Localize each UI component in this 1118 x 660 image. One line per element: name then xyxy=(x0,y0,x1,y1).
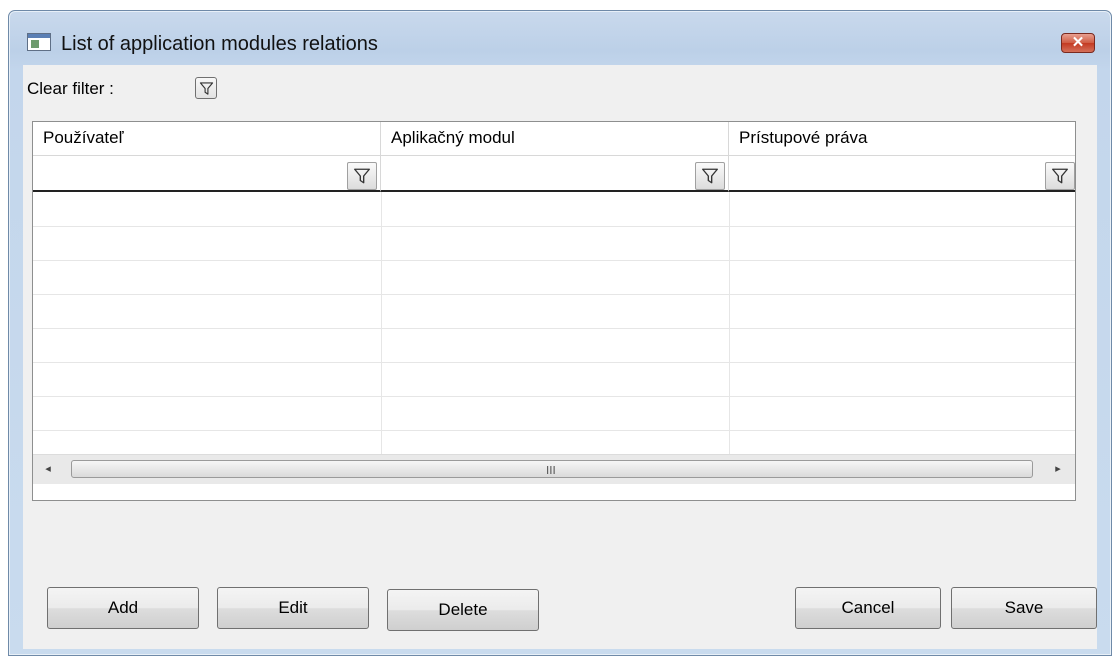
filter-icon xyxy=(199,81,213,95)
filter-cell-user[interactable] xyxy=(33,156,381,192)
edit-button[interactable]: Edit xyxy=(217,587,369,629)
column-header-user-label: Používateľ xyxy=(43,128,124,147)
scroll-right-arrow-icon[interactable]: ▸ xyxy=(1051,462,1065,476)
close-button[interactable]: ✕ xyxy=(1061,33,1095,53)
column-header-user[interactable]: Používateľ xyxy=(33,122,381,156)
filter-button-rights[interactable] xyxy=(1045,162,1075,190)
grid-row-line xyxy=(33,294,1075,295)
dialog-client-area: Clear filter : Používateľ Aplikačný modu… xyxy=(23,65,1097,649)
grid-row-line xyxy=(33,430,1075,431)
filter-button-user[interactable] xyxy=(347,162,377,190)
scrollbar-grip-icon: III xyxy=(546,464,556,477)
window-app-icon xyxy=(27,33,51,51)
column-header-rights-label: Prístupové práva xyxy=(739,128,868,147)
dialog-window: List of application modules relations ✕ … xyxy=(8,10,1112,656)
column-header-module-label: Aplikačný modul xyxy=(391,128,515,147)
filter-icon xyxy=(702,168,718,184)
title-bar[interactable]: List of application modules relations ✕ xyxy=(9,11,1111,61)
close-icon: ✕ xyxy=(1071,34,1085,51)
filter-button-module[interactable] xyxy=(695,162,725,190)
scrollbar-thumb[interactable]: III xyxy=(71,460,1033,478)
window-title: List of application modules relations xyxy=(61,33,378,55)
add-button[interactable]: Add xyxy=(47,587,199,629)
column-header-module[interactable]: Aplikačný modul xyxy=(381,122,729,156)
filter-cell-rights[interactable] xyxy=(729,156,1075,192)
grid-column-line xyxy=(381,192,382,454)
cancel-button[interactable]: Cancel xyxy=(795,587,941,629)
delete-button[interactable]: Delete xyxy=(387,589,539,631)
column-header-rights[interactable]: Prístupové práva xyxy=(729,122,1075,156)
clear-filter-label: Clear filter : xyxy=(27,79,114,98)
grid-column-line xyxy=(729,192,730,454)
clear-filter-button[interactable] xyxy=(195,77,217,99)
horizontal-scrollbar[interactable]: ◂ III ▸ xyxy=(33,454,1075,484)
filter-icon xyxy=(354,168,370,184)
grid-row-line xyxy=(33,396,1075,397)
grid-row-line xyxy=(33,260,1075,261)
filter-cell-module[interactable] xyxy=(381,156,729,192)
scroll-left-arrow-icon[interactable]: ◂ xyxy=(41,462,55,476)
grid-row-line xyxy=(33,328,1075,329)
grid-row-line xyxy=(33,226,1075,227)
grid-row-line xyxy=(33,362,1075,363)
save-button[interactable]: Save xyxy=(951,587,1097,629)
relations-grid: Používateľ Aplikačný modul Prístupové pr… xyxy=(32,121,1076,501)
filter-icon xyxy=(1052,168,1068,184)
